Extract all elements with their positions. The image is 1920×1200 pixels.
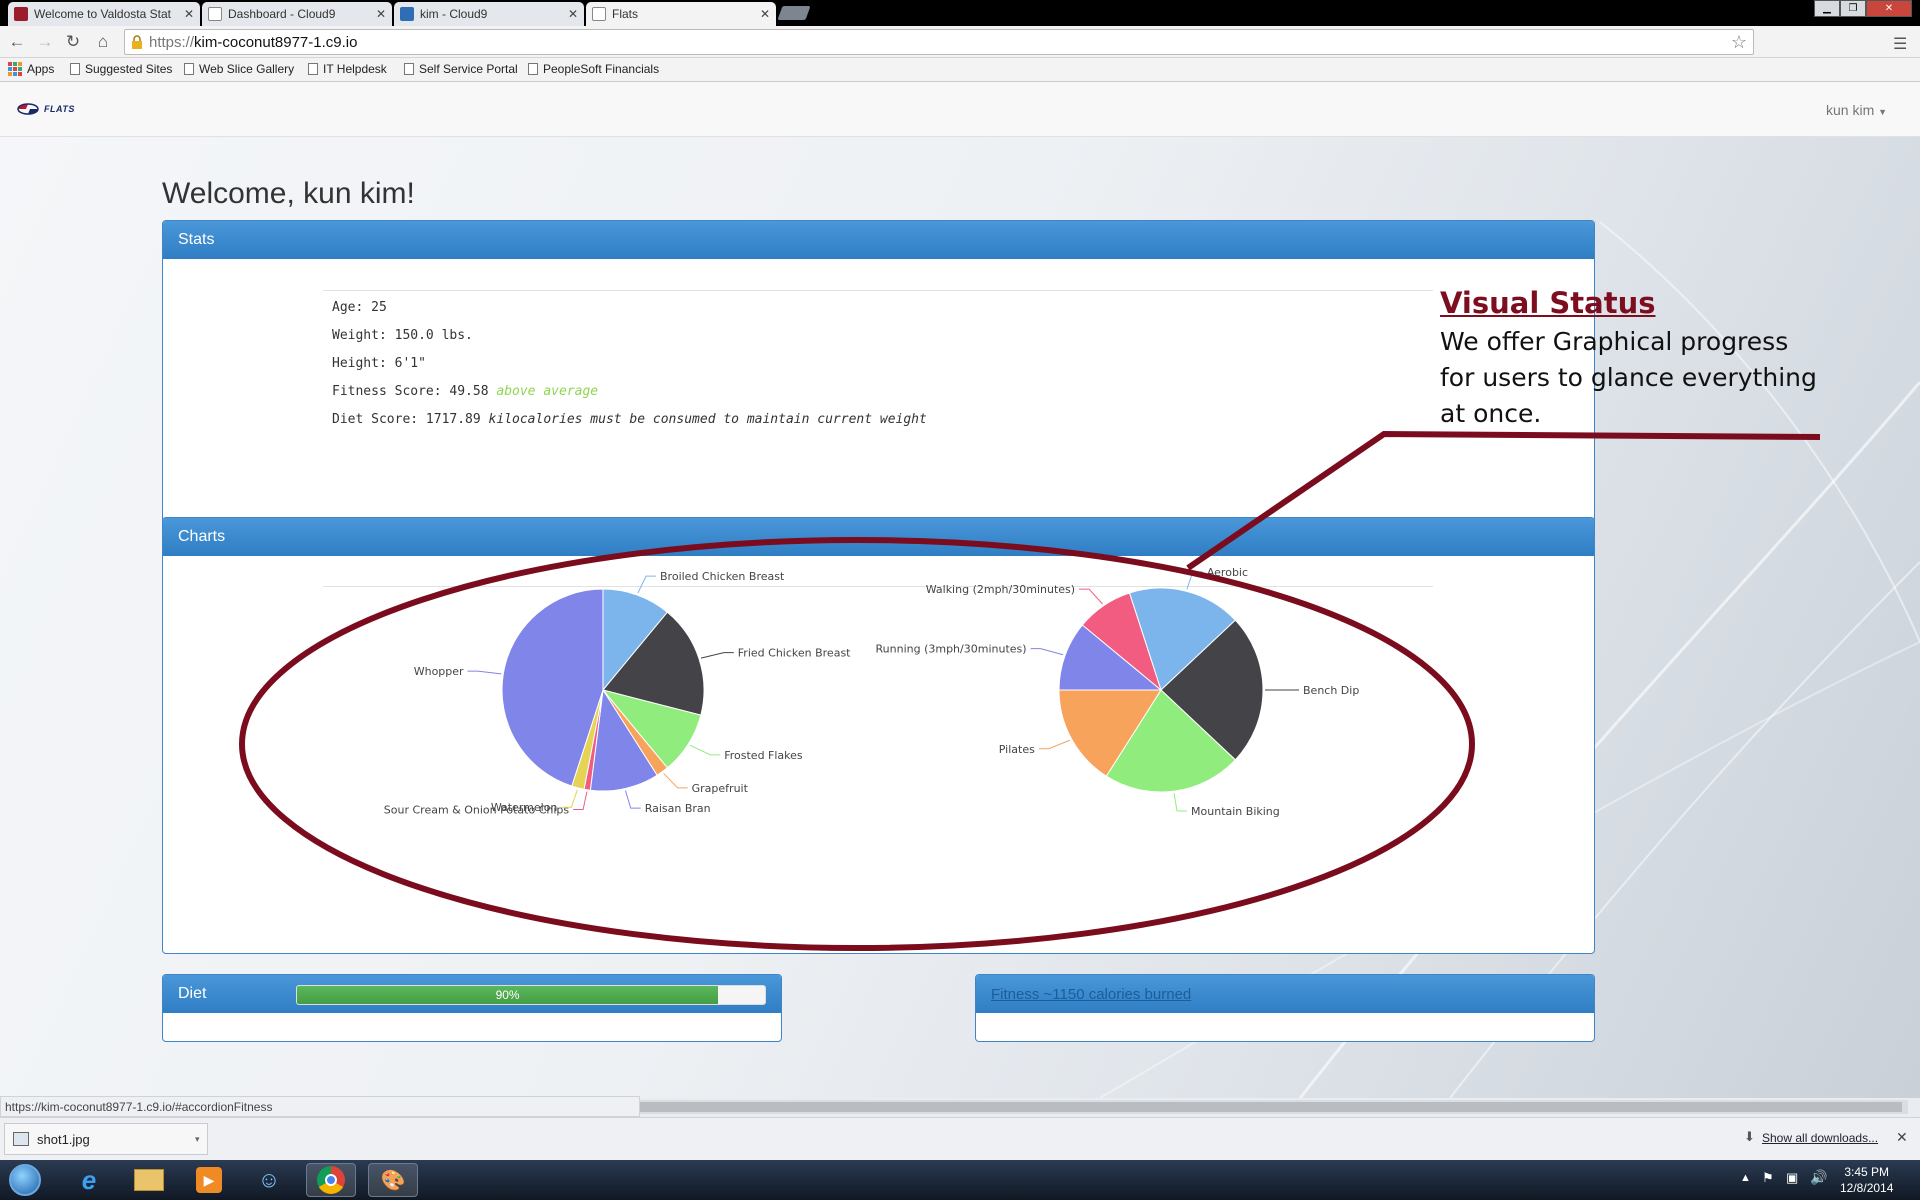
minimize-button[interactable]: ▁ (1814, 0, 1840, 17)
horizontal-scrollbar[interactable] (640, 1100, 1908, 1114)
url-host: kim-coconut8977-1.c9.io (194, 33, 358, 51)
page-favicon-icon (592, 7, 606, 21)
callout-title: Visual Status (1440, 286, 1656, 320)
bookmark-web-slice-gallery[interactable]: Web Slice Gallery (184, 62, 294, 76)
volume-icon[interactable]: 🔊 (1810, 1169, 1827, 1186)
tab-valdosta[interactable]: Welcome to Valdosta Stat ✕ (8, 2, 200, 26)
bookmark-label: IT Helpdesk (323, 62, 387, 76)
home-icon[interactable]: ⌂ (92, 31, 114, 53)
paint-icon[interactable]: 🎨 (368, 1163, 418, 1197)
valdosta-favicon-icon (14, 7, 28, 21)
close-icon[interactable]: ✕ (760, 7, 770, 21)
restore-button[interactable]: ❐ (1840, 0, 1866, 17)
url-scheme: https:// (149, 33, 195, 51)
tab-kim-cloud9[interactable]: kim - Cloud9 ✕ (394, 2, 584, 26)
download-file-name: shot1.jpg (37, 1131, 90, 1147)
chrome-menu-icon[interactable]: ☰ (1893, 34, 1907, 54)
page-icon (70, 63, 80, 75)
page-icon (308, 63, 318, 75)
show-hidden-icons-icon[interactable]: ▲ (1740, 1172, 1751, 1184)
tab-title: Welcome to Valdosta Stat (34, 7, 171, 21)
close-icon[interactable]: ✕ (568, 7, 578, 21)
bookmark-label: Web Slice Gallery (199, 62, 295, 76)
windows-orb-icon (9, 1164, 41, 1196)
forward-arrow-icon[interactable]: → (34, 31, 56, 53)
network-icon[interactable]: ▣ (1786, 1170, 1798, 1186)
reload-icon[interactable]: ↻ (62, 31, 84, 53)
page-icon (528, 63, 538, 75)
bookmark-peoplesoft-financials[interactable]: PeopleSoft Financials (528, 62, 659, 76)
callout-body: We offer Graphical progress for users to… (1440, 327, 1817, 428)
address-bar[interactable]: https://kim-coconut8977-1.c9.io ☆ (124, 29, 1754, 55)
page-icon (184, 63, 194, 75)
bookmarks-bar: Apps Suggested Sites Web Slice Gallery I… (0, 58, 1920, 82)
bookmark-label: Apps (27, 62, 55, 76)
new-tab-button[interactable] (777, 6, 811, 20)
close-icon[interactable]: ✕ (184, 7, 194, 21)
page-icon (404, 63, 414, 75)
browser-toolbar: ← → ↻ ⌂ https://kim-coconut8977-1.c9.io … (0, 26, 1920, 58)
clock-date: 12/8/2014 (1840, 1181, 1894, 1195)
web-page: FLATS kun kim ▼ Welcome, kun kim! Stats … (0, 82, 1920, 1098)
system-clock[interactable]: 3:45 PM 12/8/2014 (1840, 1164, 1893, 1196)
tab-flats[interactable]: Flats ✕ (586, 2, 776, 26)
tab-title: kim - Cloud9 (420, 7, 488, 21)
scrollbar-thumb[interactable] (640, 1102, 1902, 1112)
bookmark-suggested-sites[interactable]: Suggested Sites (70, 62, 172, 76)
annotation-overlay (239, 430, 1821, 951)
lock-icon (132, 35, 142, 49)
bookmark-star-icon[interactable]: ☆ (1731, 32, 1747, 53)
cloud9-favicon-icon (400, 7, 414, 21)
highlight-ellipse (239, 537, 1475, 951)
page-favicon-icon (208, 7, 222, 21)
bookmark-apps[interactable]: Apps (8, 62, 54, 76)
download-arrow-icon: ⬇ (1744, 1129, 1755, 1144)
action-center-flag-icon[interactable]: ⚑ (1762, 1170, 1774, 1186)
close-icon[interactable]: ✕ (1896, 1129, 1908, 1146)
tab-title: Flats (612, 7, 639, 21)
bookmark-self-service-portal[interactable]: Self Service Portal (404, 62, 518, 76)
image-file-icon (13, 1132, 29, 1146)
browser-tab-strip: Welcome to Valdosta Stat ✕ Dashboard - C… (0, 0, 1920, 26)
chrome-icon[interactable] (306, 1163, 356, 1197)
apps-grid-icon (8, 62, 22, 76)
start-button[interactable] (4, 1163, 46, 1197)
download-item[interactable]: shot1.jpg ▾ (4, 1123, 208, 1155)
clock-time: 3:45 PM (1844, 1165, 1890, 1179)
windows-taskbar: e ▶ ☺ 🎨 ▲ ⚑ ▣ 🔊 3:45 PM 12/8/2014 (0, 1160, 1920, 1200)
file-explorer-icon[interactable] (124, 1163, 174, 1197)
bookmark-label: Suggested Sites (85, 62, 173, 76)
close-window-button[interactable]: ✕ (1866, 0, 1912, 17)
callout-line (1186, 430, 1821, 571)
people-icon[interactable]: ☺ (244, 1163, 294, 1197)
bookmark-label: PeopleSoft Financials (543, 62, 660, 76)
close-icon[interactable]: ✕ (376, 7, 386, 21)
bookmark-it-helpdesk[interactable]: IT Helpdesk (308, 62, 387, 76)
bookmark-label: Self Service Portal (419, 62, 518, 76)
tab-title: Dashboard - Cloud9 (228, 7, 336, 21)
back-arrow-icon[interactable]: ← (6, 31, 28, 53)
internet-explorer-icon[interactable]: e (64, 1163, 114, 1197)
chevron-down-icon[interactable]: ▾ (195, 1134, 200, 1145)
show-all-downloads-link[interactable]: Show all downloads... (1762, 1131, 1878, 1145)
downloads-bar: shot1.jpg ▾ ⬇ Show all downloads... ✕ (0, 1117, 1920, 1160)
tab-dashboard-cloud9[interactable]: Dashboard - Cloud9 ✕ (202, 2, 392, 26)
media-player-icon[interactable]: ▶ (184, 1163, 234, 1197)
status-url-bubble: https://kim-coconut8977-1.c9.io/#accordi… (0, 1096, 640, 1117)
